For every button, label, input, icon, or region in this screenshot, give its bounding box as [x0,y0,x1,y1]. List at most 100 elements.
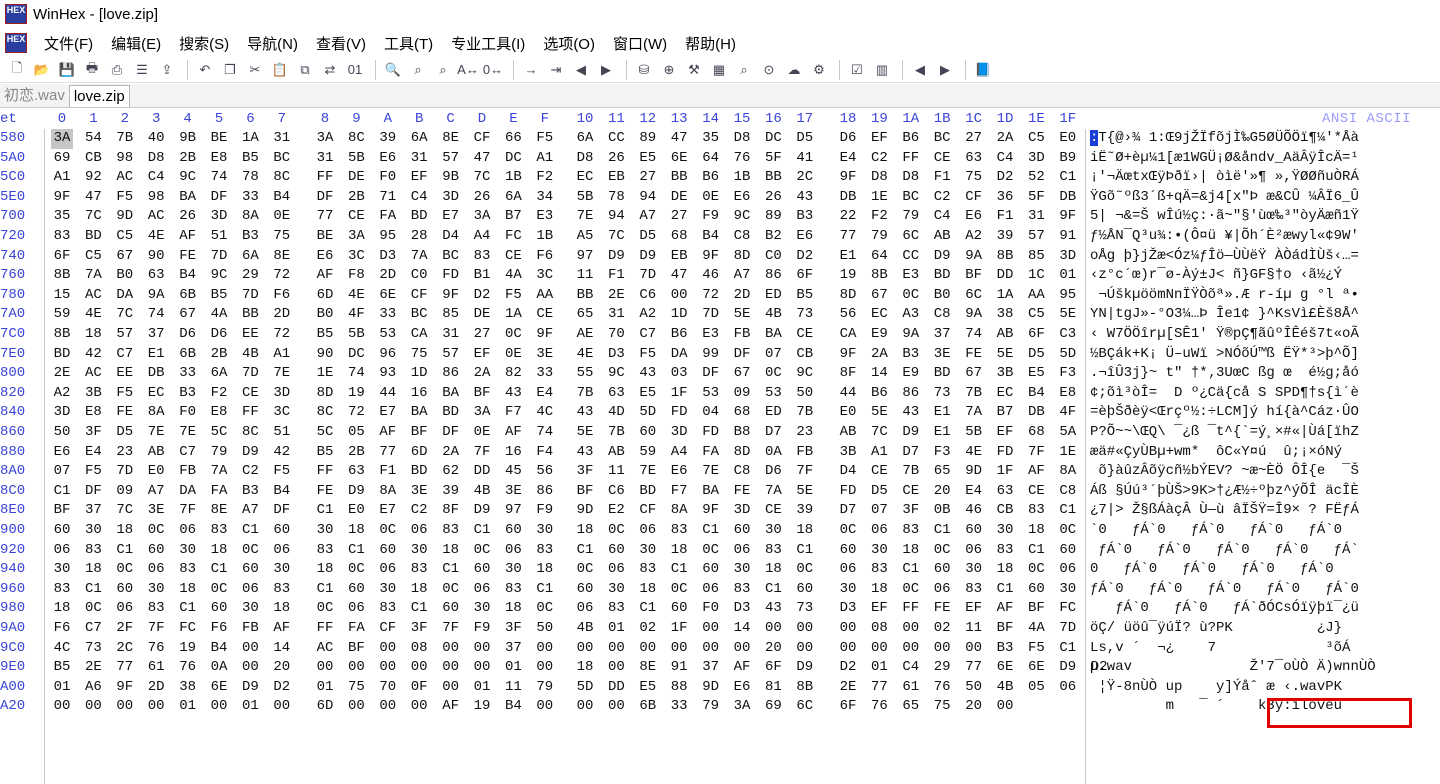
hex-byte[interactable]: 2D [271,305,293,325]
hex-byte[interactable]: 00 [605,697,627,717]
hex-byte[interactable]: 40 [145,129,167,149]
hex-byte[interactable]: 18 [208,541,230,561]
hex-byte[interactable]: C1 [900,560,922,580]
hex-byte[interactable]: 5F [1025,188,1047,208]
hex-byte[interactable]: 3E [408,482,430,502]
hex-byte[interactable]: AF [377,423,399,443]
hex-byte[interactable]: DB [837,188,859,208]
hex-byte[interactable]: 62 [440,462,462,482]
hex-byte[interactable]: 7F [145,619,167,639]
disk-tools-icon[interactable]: ⚒ [683,60,705,80]
hex-byte[interactable]: 60 [1057,541,1079,561]
hex-byte[interactable]: 29 [931,658,953,678]
hex-row[interactable]: 6F C5 67 90 FE 7D 6A 8E E6 3C D3 7A BC 83 CE F6 97 D9 D9 EB… [46,247,1086,267]
hex-byte[interactable]: 00 [534,639,556,659]
hex-row[interactable]: 07 F5 7D E0 FB 7A C2 F5 FF 63 F1 BD 62 DD 45 56 3F 11 7E E6… [46,462,1086,482]
hex-byte[interactable]: E6 [314,247,336,267]
hex-byte[interactable]: CA [837,325,859,345]
hex-byte[interactable]: AF [502,423,524,443]
hex-byte[interactable]: 89 [762,207,784,227]
hex-byte[interactable]: 2D [145,678,167,698]
hex-byte[interactable]: B5 [51,658,73,678]
hex-byte[interactable]: 7C [471,168,493,188]
hex-byte[interactable]: 30 [82,521,104,541]
hex-byte[interactable]: 18 [502,599,524,619]
hex-byte[interactable]: 59 [51,305,73,325]
hex-byte[interactable]: 3D [668,423,690,443]
disk-add-icon[interactable]: ⊕ [658,60,680,80]
hex-byte[interactable]: DA [668,345,690,365]
hex-byte[interactable]: 60 [271,521,293,541]
hex-byte[interactable]: E2 [605,501,627,521]
hex-byte[interactable]: B6 [868,384,890,404]
hex-byte[interactable]: A6 [82,678,104,698]
hex-byte[interactable]: 38 [994,305,1016,325]
hex-byte[interactable]: C3 [1057,325,1079,345]
hex-byte[interactable]: 33 [239,188,261,208]
hex-byte[interactable]: 7C [868,423,890,443]
hex-byte[interactable]: D9 [605,247,627,267]
hex-byte[interactable]: 2C [114,639,136,659]
hex-byte[interactable]: 59 [637,443,659,463]
hex-editor[interactable]: et ANSI ASCII 580 5A0 5C0 5E0 700 720 740 760 78… [0,108,1440,784]
hex-byte[interactable]: DF [208,188,230,208]
hex-byte[interactable]: 83 [502,580,524,600]
hex-byte[interactable]: 72 [700,286,722,306]
hex-byte[interactable]: 16 [502,443,524,463]
hex-byte[interactable]: D3 [731,599,753,619]
hex-byte[interactable]: 3E [931,345,953,365]
hex-byte[interactable]: E1 [837,247,859,267]
hex-byte[interactable]: C6 [605,482,627,502]
hex-byte[interactable]: 6F [1025,325,1047,345]
hex-byte[interactable]: 00 [700,639,722,659]
hex-byte[interactable]: C1 [994,580,1016,600]
hex-byte[interactable]: D5 [868,482,890,502]
hex-byte[interactable]: 68 [1025,423,1047,443]
hex-byte[interactable]: FE [177,247,199,267]
hex-byte[interactable]: AA [1025,286,1047,306]
hex-byte[interactable]: 60 [145,541,167,561]
hex-byte[interactable]: A4 [471,227,493,247]
hex-byte[interactable]: B5 [794,286,816,306]
hex-byte[interactable]: DE [471,305,493,325]
hex-byte[interactable]: DF [700,364,722,384]
hex-byte[interactable]: 7B [963,384,985,404]
hex-byte[interactable]: 73 [794,305,816,325]
hex-byte[interactable]: 3D [731,501,753,521]
hex-byte[interactable]: 75 [271,227,293,247]
hex-byte[interactable]: BD [931,364,953,384]
hex-byte[interactable]: 09 [731,384,753,404]
hex-byte[interactable]: 61 [900,678,922,698]
convert-icon[interactable]: ⇄ [319,60,341,80]
hex-byte[interactable]: FD [994,443,1016,463]
hex-byte[interactable]: 00 [534,658,556,678]
hex-byte[interactable]: 2C [794,168,816,188]
hex-byte[interactable]: 9D [963,462,985,482]
hex-byte[interactable]: 27 [637,168,659,188]
hex-byte[interactable]: C1 [1057,168,1079,188]
hex-byte[interactable]: A4 [668,443,690,463]
hex-byte[interactable]: 83 [637,560,659,580]
hex-byte[interactable]: 63 [963,149,985,169]
hex-byte[interactable]: 00 [668,639,690,659]
hex-byte[interactable]: C1 [574,541,596,561]
hex-byte[interactable]: 06 [502,541,524,561]
hex-byte[interactable]: BF [963,266,985,286]
hex-byte[interactable]: C1 [239,521,261,541]
hex-byte[interactable]: 44 [377,384,399,404]
hex-byte[interactable]: D5 [114,423,136,443]
hex-byte[interactable]: 47 [668,129,690,149]
hex-byte[interactable]: 8D [314,384,336,404]
hex-byte[interactable]: 8B [51,266,73,286]
hex-byte[interactable]: C5 [1025,129,1047,149]
replace-text-icon[interactable]: A↔ [457,60,479,80]
hex-byte[interactable]: 18 [408,580,430,600]
hex-byte[interactable]: 30 [177,541,199,561]
hex-byte[interactable]: E5 [1025,364,1047,384]
hex-byte[interactable]: 18 [574,521,596,541]
hex-byte[interactable]: 30 [534,521,556,541]
hex-byte[interactable]: 6E [377,286,399,306]
hex-byte[interactable]: 01 [314,678,336,698]
hex-byte[interactable]: 52 [1025,168,1047,188]
hex-byte[interactable]: EC [574,168,596,188]
